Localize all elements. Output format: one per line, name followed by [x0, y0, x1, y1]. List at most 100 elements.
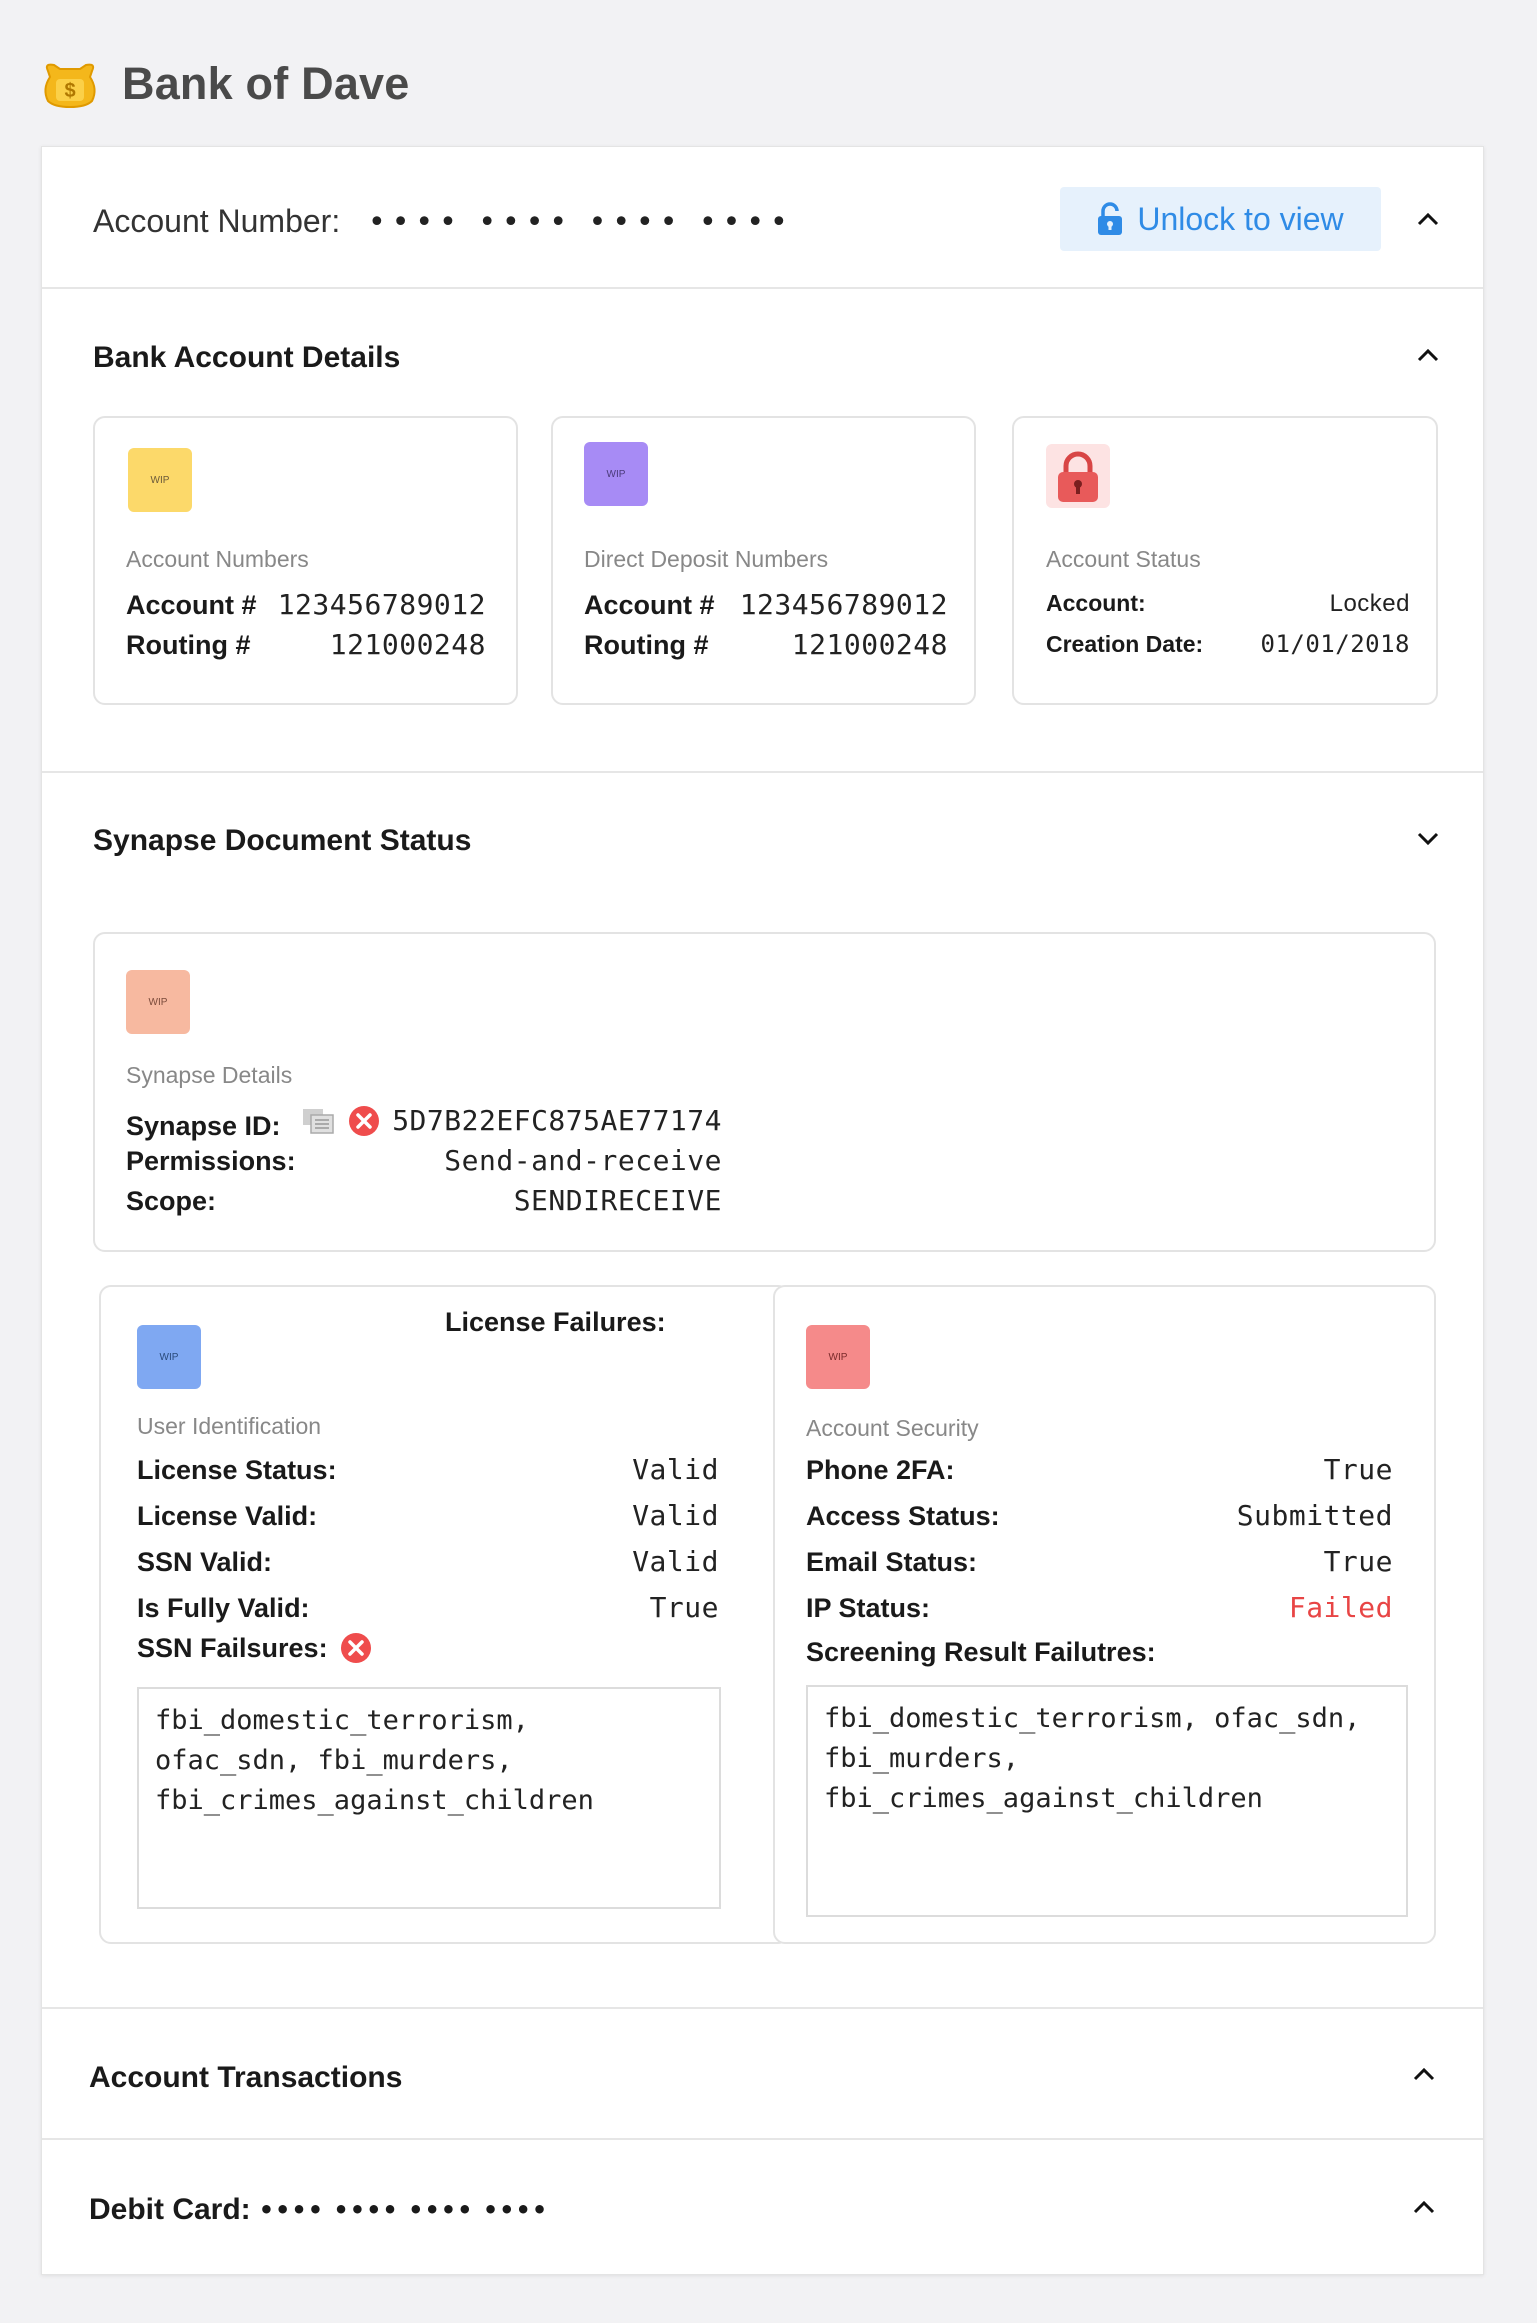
- synapse-id-value-group: 5D7B22EFC875AE77174: [302, 1104, 722, 1137]
- permissions-row: Permissions: Send-and-receive: [126, 1144, 722, 1177]
- account-number-label: Account Number:: [93, 203, 341, 239]
- debit-card-title: Debit Card:: [89, 2193, 251, 2226]
- row-key: Phone 2FA:: [806, 1455, 955, 1485]
- row-key: Account #: [584, 590, 715, 620]
- svg-text:$: $: [64, 80, 75, 102]
- license-status-row: License Status: Valid: [137, 1453, 719, 1486]
- wip-placeholder-icon: WIP: [128, 448, 192, 512]
- row-value: Locked: [1329, 590, 1410, 617]
- row-key: Creation Date:: [1046, 631, 1204, 657]
- account-security-card: WIP Account Security Phone 2FA: True Acc…: [773, 1285, 1436, 1944]
- row-value: SENDIRECEIVE: [513, 1184, 722, 1217]
- chevron-down-icon[interactable]: [1415, 829, 1441, 847]
- account-transactions-title: Account Transactions: [89, 2061, 403, 2094]
- ssn-failures-textarea[interactable]: fbi_domestic_terrorism, ofac_sdn, fbi_mu…: [137, 1687, 721, 1909]
- chevron-up-icon[interactable]: [1415, 346, 1441, 364]
- screening-failures-label: Screening Result Failutres:: [806, 1637, 1156, 1667]
- row-key: Account:: [1046, 590, 1146, 616]
- account-number-masked: •••• •••• •••• ••••: [368, 205, 794, 240]
- row-value: 01/01/2018: [1260, 630, 1410, 658]
- routing-number-row: Routing # 121000248: [584, 628, 948, 661]
- wip-placeholder-icon: WIP: [126, 970, 190, 1034]
- card-caption: Account Numbers: [126, 546, 309, 572]
- account-number-row: Account # 123456789012: [584, 588, 948, 621]
- creation-date-row: Creation Date: 01/01/2018: [1046, 630, 1410, 658]
- row-value: 123456789012: [739, 588, 948, 621]
- row-key: Email Status:: [806, 1547, 978, 1577]
- chevron-up-icon[interactable]: [1411, 2198, 1437, 2216]
- wip-placeholder-icon: WIP: [137, 1325, 201, 1389]
- bank-details-title: Bank Account Details: [93, 341, 401, 374]
- row-key: License Valid:: [137, 1501, 318, 1531]
- wip-placeholder-icon: WIP: [584, 442, 648, 506]
- ip-status-row: IP Status: Failed: [806, 1591, 1393, 1624]
- card-caption: Synapse Details: [126, 1062, 293, 1088]
- row-key: Is Fully Valid:: [137, 1593, 310, 1623]
- account-numbers-card: WIP Account Numbers Account # 1234567890…: [93, 416, 518, 705]
- license-valid-row: License Valid: Valid: [137, 1499, 719, 1532]
- brand-header: $ Bank of Dave: [40, 58, 410, 110]
- card-caption: Direct Deposit Numbers: [584, 546, 829, 572]
- divider: [42, 771, 1483, 773]
- account-status-row: Account: Locked: [1046, 590, 1410, 618]
- routing-number-row: Routing # 121000248: [126, 628, 486, 661]
- row-key: Routing #: [126, 630, 251, 660]
- card-caption: Account Status: [1046, 546, 1201, 572]
- row-key: Account #: [126, 590, 257, 620]
- ssn-failures-label: SSN Failsures:: [137, 1632, 328, 1663]
- license-failures-heading: License Failures:: [445, 1307, 666, 1337]
- row-value: Submitted: [1236, 1499, 1393, 1532]
- row-value: Valid: [632, 1453, 719, 1486]
- row-value: True: [1323, 1453, 1393, 1486]
- error-x-icon: [349, 1105, 380, 1136]
- scope-row: Scope: SENDIRECEIVE: [126, 1184, 722, 1217]
- row-key: IP Status:: [806, 1593, 931, 1623]
- email-status-row: Email Status: True: [806, 1545, 1393, 1578]
- row-value: 123456789012: [277, 588, 486, 621]
- row-key: Scope:: [126, 1186, 217, 1216]
- divider: [42, 2138, 1483, 2140]
- synapse-status-title: Synapse Document Status: [93, 824, 472, 857]
- account-panel: Account Number: •••• •••• •••• •••• Unlo…: [41, 146, 1484, 2275]
- debit-card-masked: •••• •••• •••• ••••: [258, 2196, 549, 2224]
- row-key: License Status:: [137, 1455, 337, 1485]
- row-key: Permissions:: [126, 1146, 296, 1176]
- ssn-failures-label-row: SSN Failsures:: [137, 1632, 372, 1664]
- row-value: True: [649, 1591, 719, 1624]
- row-value: 121000248: [791, 628, 948, 661]
- wip-placeholder-icon: WIP: [806, 1325, 870, 1389]
- row-key: Routing #: [584, 630, 709, 660]
- fully-valid-row: Is Fully Valid: True: [137, 1591, 719, 1624]
- lock-icon: [1046, 444, 1110, 508]
- ssn-valid-row: SSN Valid: Valid: [137, 1545, 719, 1578]
- copy-icon[interactable]: [302, 1107, 336, 1135]
- row-key: SSN Valid:: [137, 1547, 273, 1577]
- account-status-card: Account Status Account: Locked Creation …: [1012, 416, 1438, 705]
- debit-card-row: Debit Card: •••• •••• •••• ••••: [89, 2193, 548, 2227]
- direct-deposit-card: WIP Direct Deposit Numbers Account # 123…: [551, 416, 976, 705]
- unlock-to-view-button[interactable]: Unlock to view: [1060, 187, 1381, 251]
- access-status-row: Access Status: Submitted: [806, 1499, 1393, 1532]
- row-key: Synapse ID:: [126, 1110, 281, 1141]
- error-x-icon: [340, 1633, 371, 1663]
- account-number-row: Account # 123456789012: [126, 588, 486, 621]
- screening-failures-textarea[interactable]: fbi_domestic_terrorism, ofac_sdn, fbi_mu…: [806, 1685, 1408, 1917]
- card-caption: Account Security: [806, 1415, 979, 1441]
- row-value: Send-and-receive: [444, 1144, 722, 1177]
- row-value: 5D7B22EFC875AE77174: [392, 1104, 722, 1137]
- row-value: True: [1323, 1545, 1393, 1578]
- row-value: Valid: [632, 1545, 719, 1578]
- synapse-details-card: WIP Synapse Details Synapse ID: 5D7B22EF…: [93, 932, 1436, 1252]
- lock-open-icon: [1098, 202, 1123, 235]
- divider: [42, 287, 1483, 289]
- card-caption: User Identification: [137, 1413, 322, 1439]
- row-value: 121000248: [329, 628, 486, 661]
- chevron-up-icon[interactable]: [1415, 210, 1441, 228]
- user-identification-card: License Failures: WIP User Identificatio…: [99, 1285, 790, 1944]
- row-value: Valid: [632, 1499, 719, 1532]
- synapse-id-row: Synapse ID: 5D7B22EFC875AE77174: [126, 1104, 722, 1142]
- unlock-button-label: Unlock to view: [1137, 200, 1344, 237]
- row-key: Access Status:: [806, 1501, 1000, 1531]
- chevron-up-icon[interactable]: [1411, 2065, 1437, 2083]
- money-bag-icon: $: [44, 63, 96, 109]
